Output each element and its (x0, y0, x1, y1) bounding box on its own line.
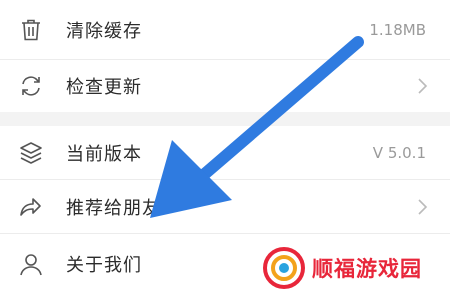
watermark-logo-icon (262, 246, 306, 290)
settings-item-label: 推荐给朋友 (66, 197, 161, 219)
settings-item-clear-cache[interactable]: 清除缓存 1.18MB (0, 0, 450, 60)
refresh-icon (18, 73, 44, 99)
settings-item-label: 检查更新 (66, 77, 142, 98)
user-icon (18, 251, 44, 277)
section-divider (0, 112, 450, 126)
watermark-text: 顺福游戏园 (312, 257, 422, 281)
settings-item-label: 关于我们 (66, 255, 142, 276)
settings-item-label: 清除缓存 (66, 20, 142, 42)
settings-item-recommend[interactable]: 推荐给朋友 (0, 180, 450, 234)
trash-icon (18, 17, 44, 43)
watermark: 顺福游戏园 (258, 242, 450, 294)
settings-item-check-update[interactable]: 检查更新 (0, 60, 450, 112)
chevron-right-icon (416, 198, 428, 216)
settings-item-label: 当前版本 (66, 143, 142, 165)
share-icon (18, 194, 44, 220)
settings-item-current-version: 当前版本 V 5.0.1 (0, 126, 450, 180)
layers-icon (18, 140, 44, 166)
version-value: V 5.0.1 (372, 143, 426, 162)
cache-size-value: 1.18MB (369, 20, 426, 39)
chevron-right-icon (416, 77, 428, 95)
